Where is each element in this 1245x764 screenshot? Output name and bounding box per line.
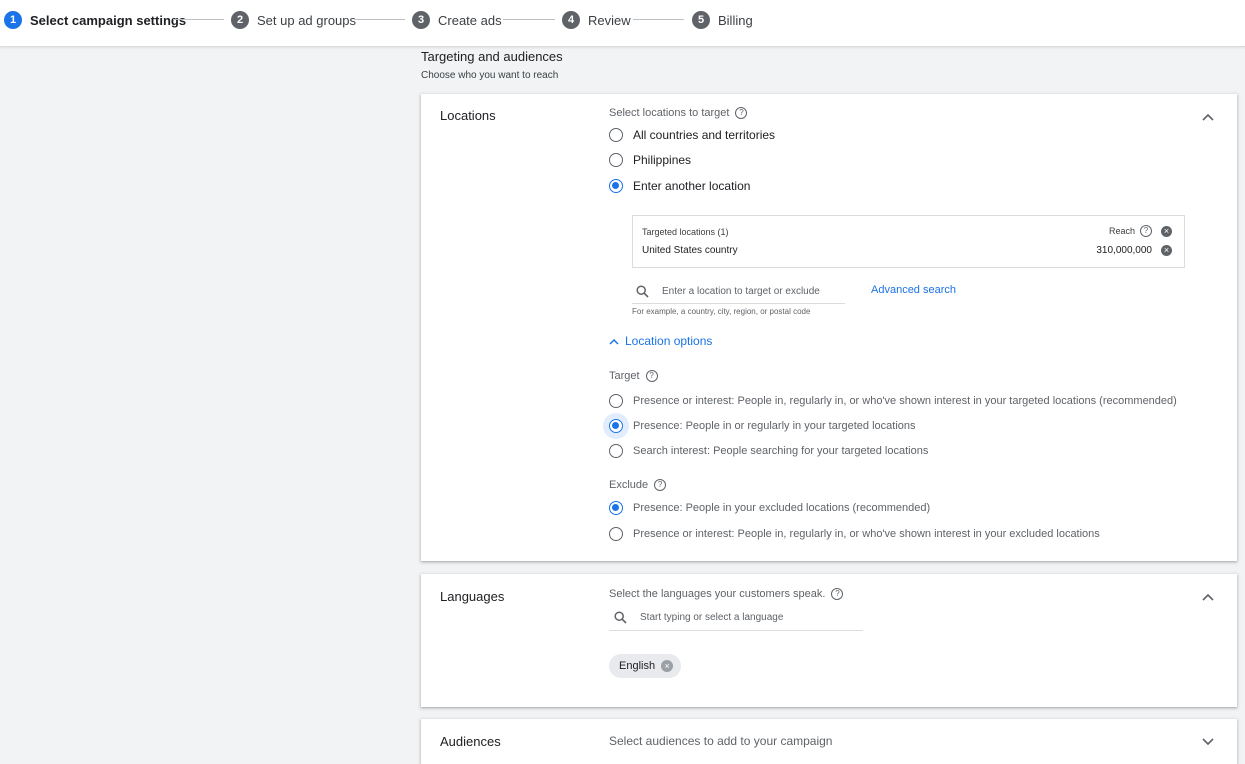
section-title: Targeting and audiences bbox=[421, 49, 563, 64]
help-icon[interactable]: ? bbox=[831, 588, 844, 601]
help-icon[interactable]: ? bbox=[735, 107, 748, 120]
targeted-locations-header: Targeted locations (1) bbox=[642, 227, 729, 237]
step-create-ads[interactable]: 3 Create ads bbox=[412, 10, 502, 30]
campaign-stepper: 1 Select campaign settings 2 Set up ad g… bbox=[0, 0, 1245, 47]
targeted-location-reach: 310,000,000 × bbox=[1096, 245, 1172, 256]
targeted-locations-box: Targeted locations (1) Reach ? × United … bbox=[632, 215, 1185, 268]
languages-prompt: Select the languages your customers spea… bbox=[609, 588, 844, 601]
languages-title: Languages bbox=[440, 589, 505, 604]
remove-location-icon[interactable]: × bbox=[1161, 245, 1172, 256]
step-set-up-ad-groups[interactable]: 2 Set up ad groups bbox=[231, 10, 356, 30]
remove-chip-icon[interactable]: × bbox=[661, 660, 674, 672]
reach-label: Reach bbox=[1108, 226, 1135, 236]
step-label: Set up ad groups bbox=[257, 12, 357, 28]
location-search-input[interactable]: Enter a location to target or exclude bbox=[632, 279, 845, 304]
step-label: Select campaign settings bbox=[30, 12, 187, 28]
help-icon[interactable]: ? bbox=[1140, 225, 1152, 237]
step-number: 1 bbox=[4, 11, 22, 29]
target-label: Target? bbox=[609, 370, 658, 383]
chevron-down-icon[interactable] bbox=[1201, 735, 1215, 749]
radio-target-presence[interactable]: Presence: People in or regularly in your… bbox=[609, 417, 916, 435]
advanced-search-link[interactable]: Advanced search bbox=[871, 284, 956, 296]
chevron-up-icon[interactable] bbox=[1201, 110, 1215, 124]
reach-header: Reach ? × bbox=[1109, 225, 1172, 237]
locations-title: Locations bbox=[440, 108, 496, 123]
location-search-hint: For example, a country, city, region, or… bbox=[632, 307, 811, 316]
radio-exclude-presence-or-interest[interactable]: Presence or interest: People in, regular… bbox=[609, 525, 1100, 543]
radio-label: Enter another location bbox=[633, 179, 751, 193]
language-chip-english[interactable]: English × bbox=[609, 654, 682, 678]
radio-philippines[interactable]: Philippines bbox=[609, 151, 691, 169]
radio-button[interactable] bbox=[609, 394, 623, 408]
remove-all-icon[interactable]: × bbox=[1161, 225, 1172, 237]
search-placeholder: Enter a location to target or exclude bbox=[662, 285, 820, 297]
radio-label: Presence: People in or regularly in your… bbox=[633, 420, 916, 432]
radio-enter-another-location[interactable]: Enter another location bbox=[609, 177, 750, 195]
languages-card: Languages Select the languages your cust… bbox=[421, 574, 1237, 707]
step-label: Review bbox=[588, 12, 631, 28]
step-label: Billing bbox=[718, 12, 753, 28]
step-divider bbox=[173, 19, 224, 20]
radio-button[interactable] bbox=[609, 527, 623, 541]
step-divider bbox=[354, 19, 405, 20]
help-icon[interactable]: ? bbox=[654, 479, 667, 492]
step-billing[interactable]: 5 Billing bbox=[692, 10, 753, 30]
targeted-location-name: United States country bbox=[642, 245, 738, 256]
location-options-toggle[interactable]: Location options bbox=[609, 334, 712, 348]
radio-exclude-presence[interactable]: Presence: People in your excluded locati… bbox=[609, 499, 930, 517]
step-divider bbox=[503, 19, 555, 20]
radio-label: Presence or interest: People in, regular… bbox=[633, 528, 1100, 540]
language-search-input[interactable]: Start typing or select a language bbox=[609, 605, 863, 631]
radio-label: Search interest: People searching for yo… bbox=[633, 445, 929, 457]
reach-value: 310,000,000 bbox=[1096, 245, 1152, 256]
radio-button[interactable] bbox=[609, 419, 623, 433]
radio-button[interactable] bbox=[609, 128, 623, 142]
step-number: 2 bbox=[231, 11, 249, 29]
radio-label: All countries and territories bbox=[633, 128, 776, 142]
exclude-label: Exclude? bbox=[609, 479, 667, 492]
chevron-up-icon bbox=[609, 338, 619, 345]
audiences-card[interactable]: Audiences Select audiences to add to you… bbox=[421, 719, 1237, 764]
step-number: 3 bbox=[412, 11, 430, 29]
step-review[interactable]: 4 Review bbox=[562, 10, 631, 30]
section-subtitle: Choose who you want to reach bbox=[421, 70, 559, 81]
locations-prompt: Select locations to target? bbox=[609, 107, 748, 120]
step-label: Create ads bbox=[438, 12, 502, 28]
audiences-prompt: Select audiences to add to your campaign bbox=[609, 734, 833, 748]
step-number: 5 bbox=[692, 11, 710, 29]
help-icon[interactable]: ? bbox=[645, 370, 658, 383]
radio-label: Presence: People in your excluded locati… bbox=[633, 502, 931, 514]
radio-all-countries[interactable]: All countries and territories bbox=[609, 126, 775, 144]
search-icon bbox=[636, 284, 649, 298]
radio-button[interactable] bbox=[609, 444, 623, 458]
radio-label: Philippines bbox=[633, 153, 692, 167]
chip-label: English bbox=[619, 660, 656, 672]
step-number: 4 bbox=[562, 11, 580, 29]
chevron-up-icon[interactable] bbox=[1201, 590, 1215, 604]
step-select-campaign-settings[interactable]: 1 Select campaign settings bbox=[4, 10, 186, 30]
radio-button[interactable] bbox=[609, 153, 623, 167]
radio-button[interactable] bbox=[609, 179, 623, 193]
audiences-title: Audiences bbox=[440, 734, 501, 749]
radio-target-search-interest[interactable]: Search interest: People searching for yo… bbox=[609, 442, 928, 460]
radio-label: Presence or interest: People in, regular… bbox=[633, 395, 1177, 407]
radio-button[interactable] bbox=[609, 501, 623, 515]
location-options-label: Location options bbox=[625, 334, 713, 348]
search-placeholder: Start typing or select a language bbox=[640, 612, 784, 623]
locations-card: Locations Select locations to target? Al… bbox=[421, 94, 1237, 561]
step-divider bbox=[633, 19, 684, 20]
radio-target-presence-or-interest[interactable]: Presence or interest: People in, regular… bbox=[609, 392, 1177, 410]
search-icon bbox=[614, 611, 627, 624]
